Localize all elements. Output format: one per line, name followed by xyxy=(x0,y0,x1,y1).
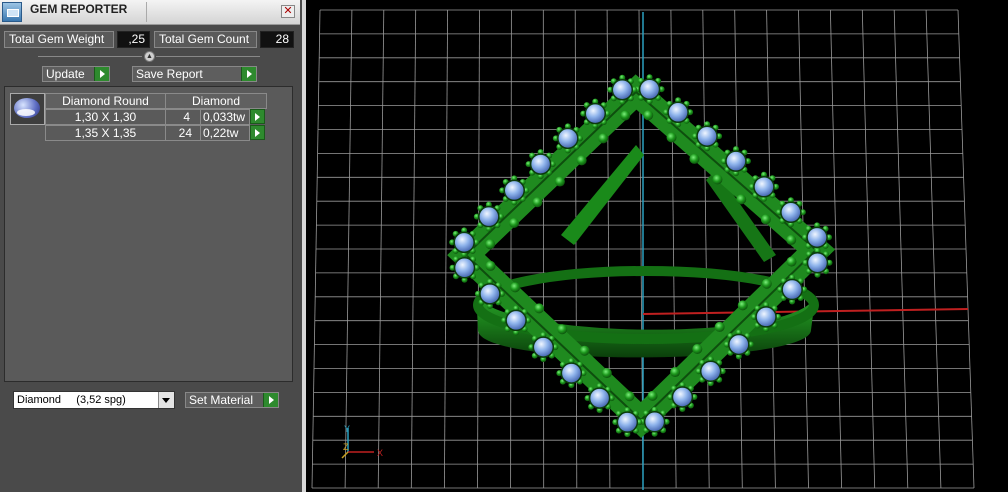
prong-bead xyxy=(579,345,590,356)
set-material-button-label: Set Material xyxy=(189,393,254,407)
gemstone xyxy=(557,127,579,150)
prong-bead xyxy=(598,133,609,144)
gemstone xyxy=(806,226,828,249)
save-report-button-label: Save Report xyxy=(136,67,203,81)
prong-bead xyxy=(786,256,797,267)
prong-bead xyxy=(714,321,725,332)
prong-bead xyxy=(712,174,723,185)
table-cell-size: 1,30 X 1,30 xyxy=(45,109,166,125)
gem-reporter-panel: GEM REPORTER ✕ Total Gem Weight ,25 Tota… xyxy=(0,0,302,492)
play-arrow-icon xyxy=(94,67,109,81)
gemstone xyxy=(755,306,777,328)
material-select[interactable]: Diamond (3,52 spg) xyxy=(13,391,175,409)
gemstone xyxy=(560,362,583,384)
prong-bead xyxy=(510,282,521,293)
gemstone xyxy=(503,179,525,202)
prong-bead xyxy=(534,303,545,314)
gemstone xyxy=(505,309,527,332)
material-header: Diamond xyxy=(165,93,267,109)
gemstone xyxy=(753,176,775,198)
prong-bead xyxy=(786,234,797,245)
gemstone xyxy=(728,333,750,356)
gemstone xyxy=(584,102,607,125)
total-gem-weight-value: ,25 xyxy=(117,31,150,48)
gemstone xyxy=(806,252,829,274)
play-arrow-icon xyxy=(241,67,256,81)
gemstone xyxy=(781,278,803,301)
prong-bead xyxy=(736,194,747,205)
title-separator xyxy=(146,2,147,22)
prong-bead xyxy=(485,260,496,271)
total-gem-count-value: 28 xyxy=(260,31,294,48)
prong-bead xyxy=(532,197,543,208)
gemstone xyxy=(453,257,476,279)
gemstone xyxy=(453,231,475,254)
play-arrow-icon xyxy=(263,393,278,407)
axis-label-x: X xyxy=(377,448,383,458)
prong-bead xyxy=(643,110,654,121)
gemstone xyxy=(667,101,689,124)
gemstone xyxy=(479,283,501,305)
gemstone xyxy=(616,411,639,433)
set-material-button[interactable]: Set Material xyxy=(185,392,279,408)
table-cell-weight: 0,22tw xyxy=(200,125,250,141)
divider xyxy=(38,56,142,57)
gemstone xyxy=(588,387,611,409)
gemstone xyxy=(611,78,634,101)
total-gem-weight-label: Total Gem Weight xyxy=(4,31,114,48)
gem-highlight xyxy=(17,109,35,116)
prong-bead xyxy=(761,278,772,289)
close-icon[interactable]: ✕ xyxy=(281,5,295,18)
axis-gizmo: Y Z X xyxy=(340,422,390,462)
3d-viewport[interactable] xyxy=(306,0,1008,492)
table-cell-count: 24 xyxy=(165,125,201,141)
gemstone xyxy=(638,78,661,101)
prong-bead xyxy=(760,214,771,225)
prong-bead xyxy=(554,176,565,187)
gemstone xyxy=(725,150,747,172)
divider xyxy=(156,56,260,57)
prong-bead xyxy=(647,390,658,401)
row-expand-arrow-icon[interactable] xyxy=(250,125,265,140)
chevron-down-icon[interactable] xyxy=(158,392,174,408)
prong-bead xyxy=(624,391,635,402)
window-title: GEM REPORTER xyxy=(30,2,128,16)
update-button-label: Update xyxy=(46,67,85,81)
prong-bead xyxy=(692,343,703,354)
gemstone xyxy=(532,336,555,358)
gemstone xyxy=(643,411,666,433)
gemstone xyxy=(699,360,722,383)
prong-bead xyxy=(620,110,631,121)
prong-bead xyxy=(576,155,587,166)
table-cell-size: 1,35 X 1,35 xyxy=(45,125,166,141)
prong-bead xyxy=(601,368,612,379)
axis-label-z: Z xyxy=(343,442,349,452)
prong-bead xyxy=(670,367,681,378)
material-select-value: Diamond (3,52 spg) xyxy=(17,394,126,406)
gemstone xyxy=(529,153,552,175)
prong-bead xyxy=(557,324,568,335)
shape-header: Diamond Round xyxy=(45,93,166,109)
prong-bead xyxy=(689,153,700,164)
table-cell-weight: 0,033tw xyxy=(200,109,250,125)
axis-label-y: Y xyxy=(344,424,350,434)
gemstone xyxy=(696,125,718,147)
gemstone xyxy=(780,201,802,224)
row-expand-arrow-icon[interactable] xyxy=(250,109,265,124)
prong-bead xyxy=(509,218,520,229)
table-cell-count: 4 xyxy=(165,109,201,125)
save-report-button[interactable]: Save Report xyxy=(132,66,257,82)
viewport-canvas[interactable] xyxy=(306,0,1008,492)
diamond-round-thumbnail-icon[interactable] xyxy=(10,93,45,125)
prong-bead xyxy=(666,132,677,143)
update-button[interactable]: Update xyxy=(42,66,110,82)
prong-bead xyxy=(485,239,496,250)
gemstone xyxy=(478,205,500,228)
total-gem-count-label: Total Gem Count xyxy=(154,31,257,48)
prong-bead xyxy=(737,300,748,311)
collapse-toggle-icon[interactable]: ▲ xyxy=(144,51,155,62)
gemstone xyxy=(671,386,694,408)
gem-reporter-icon xyxy=(2,2,22,22)
title-bar[interactable]: GEM REPORTER ✕ xyxy=(0,0,300,25)
